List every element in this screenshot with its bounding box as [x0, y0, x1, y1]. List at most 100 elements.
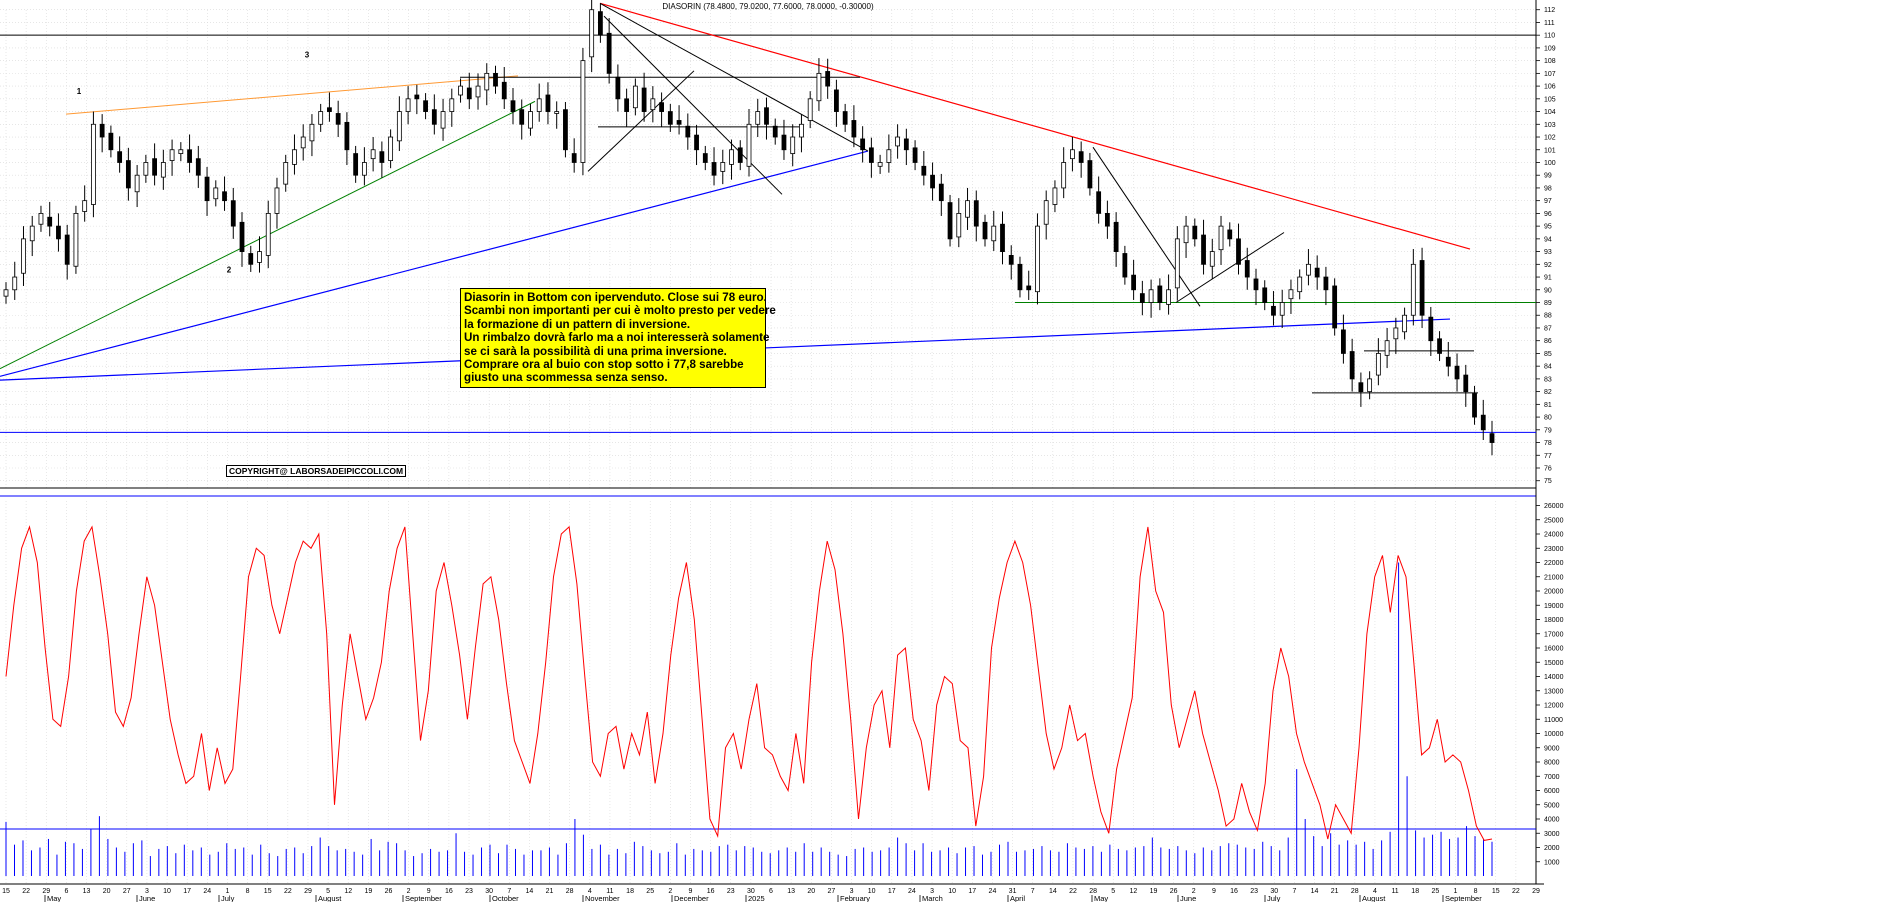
candle-body [1358, 382, 1364, 393]
candle-body [1480, 414, 1486, 431]
note-line: Comprare ora al buio con stop sotto i 77… [464, 358, 744, 372]
candle-body [1393, 327, 1399, 340]
chart-title: DIASORIN (78.4800, 79.0200, 77.6000, 78.… [662, 2, 874, 11]
price-tick-label: 94 [1544, 236, 1552, 243]
day-tick-label: 27 [123, 888, 131, 895]
month-label: 2025 [748, 894, 765, 902]
candle-body [1367, 378, 1373, 393]
candle-body [510, 100, 516, 112]
candle-body [108, 132, 114, 151]
candle-body [230, 200, 236, 227]
month-label: May [47, 894, 61, 902]
marker-2: 2 [227, 265, 232, 274]
price-tick-label: 89 [1544, 300, 1552, 307]
day-tick-label: 22 [284, 888, 292, 895]
note-line: Scambi non importanti per cui è molto pr… [464, 304, 776, 318]
price-axis: 75 76 77 78 79 80 81 82 83 84 85 86 87 88 89 90 91 92 93 94… [1536, 0, 1556, 485]
day-tick-label: 7 [1031, 888, 1035, 895]
candle-body [353, 153, 359, 176]
day-tick-label: 26 [1170, 888, 1178, 895]
day-tick-label: 14 [1049, 888, 1057, 895]
candle-body [563, 109, 568, 151]
day-tick-label: 22 [1512, 888, 1520, 895]
candle-body [598, 11, 603, 36]
candle-body [991, 225, 997, 242]
marker-1: 1 [77, 87, 82, 96]
candle-body [143, 162, 149, 176]
candle-body [1017, 263, 1023, 291]
panel-frames [0, 0, 1544, 885]
candle-body [1139, 293, 1145, 303]
oscillator-line [5, 525, 1493, 841]
candle-body [405, 98, 411, 112]
osc-tick-label: 4000 [1544, 817, 1560, 824]
candle-body [283, 162, 289, 185]
candle-body [1192, 225, 1198, 240]
candle-body [458, 85, 463, 96]
candle-body [431, 109, 437, 125]
day-tick-label: 12 [344, 888, 352, 895]
price-tick-label: 111 [1544, 20, 1555, 27]
candle-body [1078, 151, 1084, 163]
candle-body [921, 165, 927, 176]
price-tick-label: 110 [1544, 33, 1555, 40]
trendlines [0, 2, 1536, 433]
day-tick-label: 21 [546, 888, 554, 895]
day-tick-label: 19 [364, 888, 372, 895]
candle-body [868, 147, 874, 163]
osc-tick-label: 25000 [1544, 517, 1564, 524]
candle-body [1218, 225, 1224, 251]
resistance-downtrend-red [599, 2, 1471, 250]
price-tick-label: 81 [1544, 402, 1552, 409]
marker-3: 3 [305, 50, 310, 59]
candle-body [1463, 374, 1469, 393]
candle-body [1445, 356, 1451, 367]
fan-line-2 [603, 15, 783, 195]
day-tick-label: 22 [22, 888, 30, 895]
price-tick-label: 107 [1544, 71, 1556, 78]
analysis-note: Diasorin in Bottom con ipervenduto. Clos… [460, 288, 776, 388]
candle-body [1262, 287, 1268, 303]
candle-body [379, 151, 385, 163]
candle-body [580, 60, 586, 163]
day-tick-label: 26 [385, 888, 393, 895]
candle-body [1288, 289, 1294, 300]
candle-body [335, 113, 341, 125]
day-tick-label: 19 [1150, 888, 1158, 895]
candle-body [1489, 433, 1495, 443]
month-label: July [1267, 894, 1281, 902]
candle-body [1236, 238, 1241, 265]
day-tick-label: 25 [1431, 888, 1439, 895]
day-tick-label: 9 [1212, 888, 1216, 895]
candle-body [1227, 229, 1233, 240]
candle-body [1349, 351, 1355, 380]
candle-body [912, 147, 918, 163]
day-tick-label: 17 [968, 888, 976, 895]
day-tick-label: 7 [1292, 888, 1296, 895]
candle-body [1096, 191, 1102, 214]
day-tick-label: 25 [646, 888, 654, 895]
candle-body [82, 200, 88, 212]
price-tick-label: 88 [1544, 313, 1552, 320]
day-tick-label: 16 [445, 888, 453, 895]
month-label: June [1180, 894, 1196, 902]
day-tick-label: 23 [465, 888, 473, 895]
candle-body [571, 153, 577, 163]
candle-body [895, 136, 900, 147]
day-tick-label: 13 [83, 888, 91, 895]
note-line: Un rimbalzo dovrà farlo ma a noi interes… [464, 331, 770, 345]
osc-tick-label: 11000 [1544, 717, 1563, 724]
day-tick-label: 20 [807, 888, 815, 895]
price-tick-label: 102 [1544, 135, 1556, 142]
candle-body [886, 149, 892, 163]
day-tick-label: 29 [1532, 888, 1540, 895]
candle-body [423, 100, 428, 112]
candle-body [1297, 276, 1303, 293]
candle-body [982, 221, 988, 240]
note-line: se ci sarà la possibilità di una prima i… [464, 344, 727, 358]
osc-tick-label: 1000 [1544, 859, 1560, 866]
day-tick-label: 15 [264, 888, 272, 895]
day-tick-label: 16 [1230, 888, 1238, 895]
price-tick-label: 75 [1544, 478, 1552, 485]
day-tick-label: 23 [727, 888, 735, 895]
